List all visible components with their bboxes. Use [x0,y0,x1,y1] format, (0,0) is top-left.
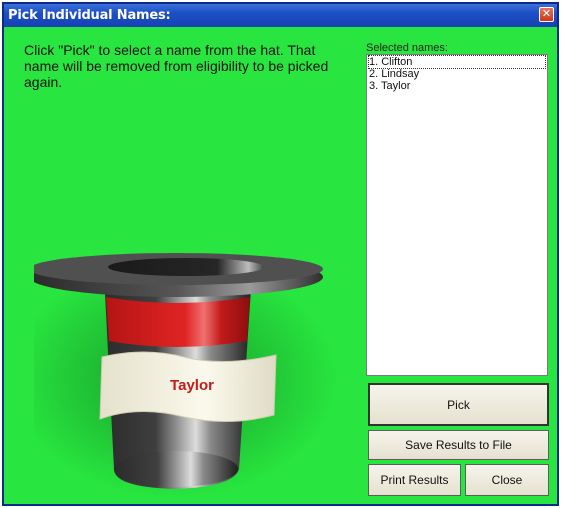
list-item[interactable]: 3. Taylor [369,80,545,92]
close-button[interactable]: Close [465,464,549,496]
window-title: Pick Individual Names: [8,8,171,23]
list-item[interactable]: 1. Clifton [368,55,546,69]
list-item[interactable]: 2. Lindsay [369,68,545,80]
title-bar[interactable]: Pick Individual Names: ✕ [4,4,557,27]
save-results-button[interactable]: Save Results to File [368,430,549,460]
print-results-button[interactable]: Print Results [368,464,461,496]
top-hat-image: Taylor [34,253,339,499]
instructions-text: Click "Pick" to select a name from the h… [24,42,329,90]
hat-name-label: Taylor [170,377,214,394]
pick-button[interactable]: Pick [368,383,549,426]
selected-names-list[interactable]: 1. Clifton 2. Lindsay 3. Taylor [366,54,548,376]
pick-names-window: Pick Individual Names: ✕ Click "Pick" to… [2,2,559,506]
close-icon[interactable]: ✕ [539,7,554,22]
selected-names-label: Selected names: [366,42,448,54]
